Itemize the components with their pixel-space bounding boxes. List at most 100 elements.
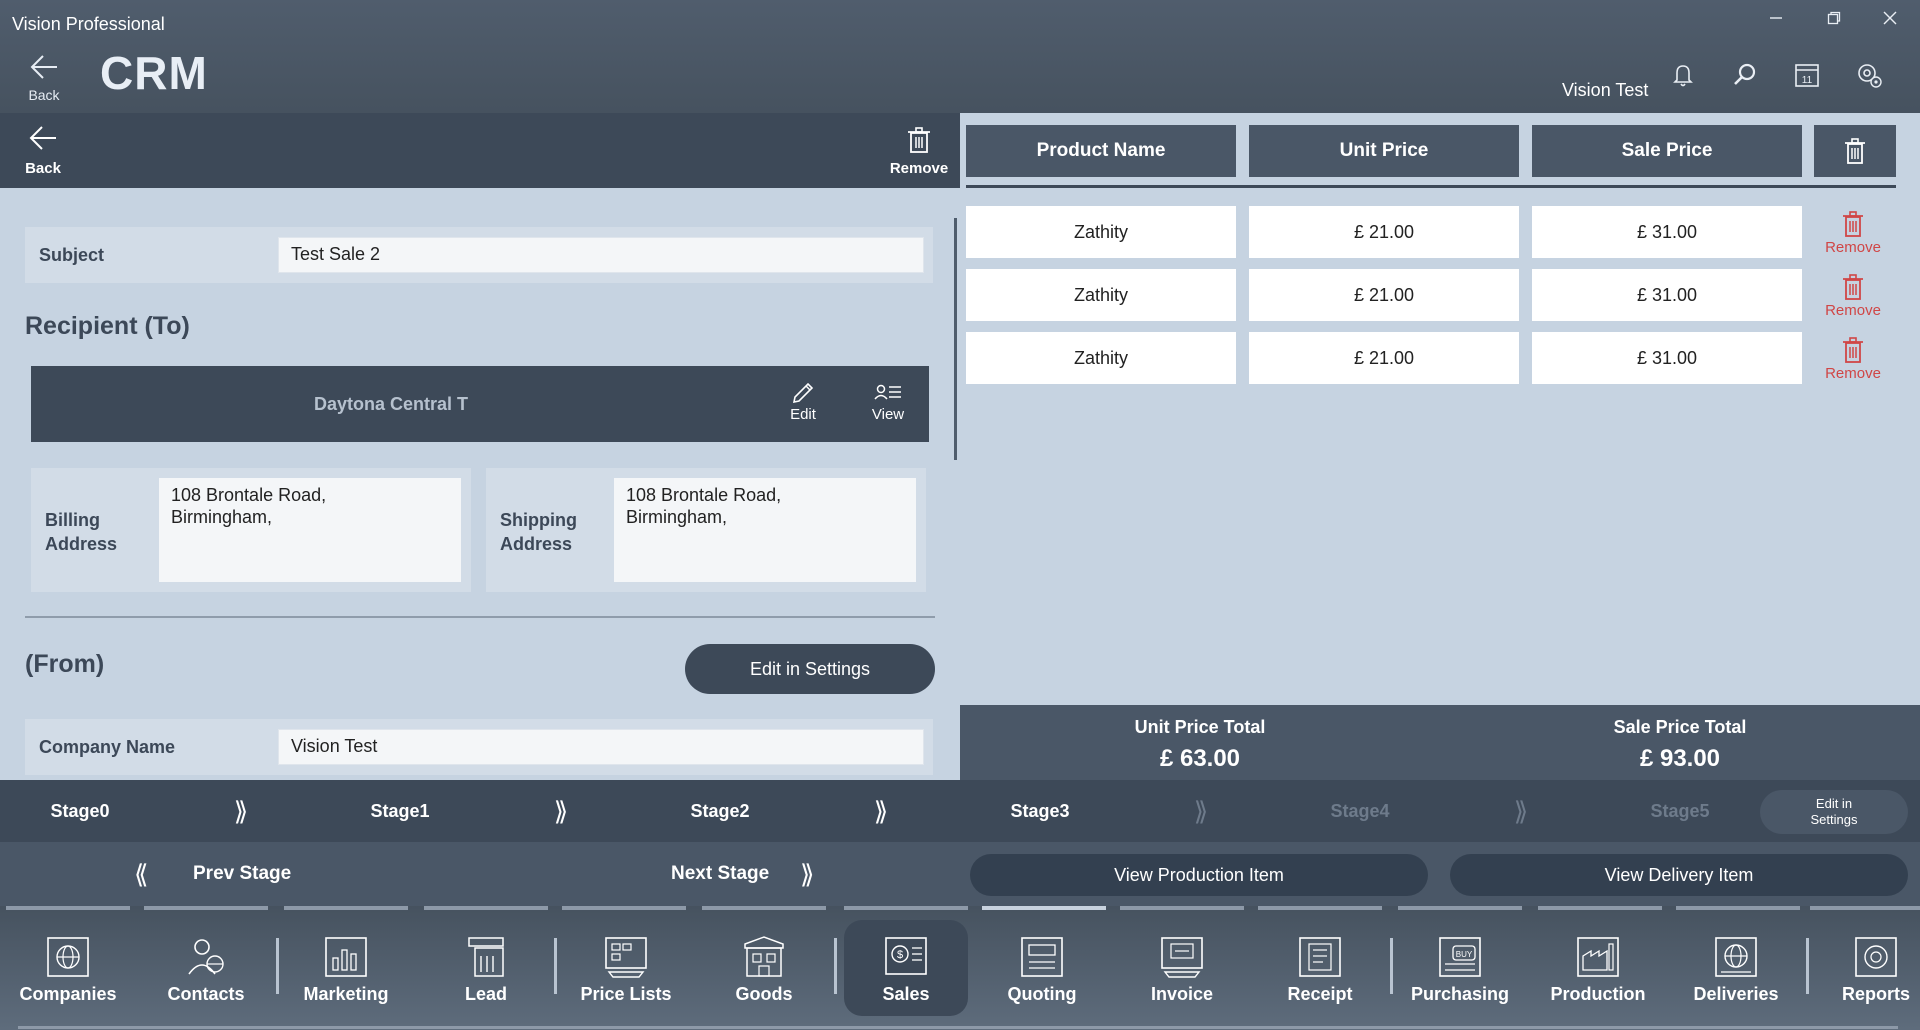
view-recipient-button[interactable]: View: [860, 380, 916, 423]
bell-icon: [1673, 65, 1693, 87]
contacts-icon: [188, 939, 224, 975]
stage-4[interactable]: Stage4: [1290, 780, 1430, 842]
products-table-header: Product Name Unit Price Sale Price: [960, 113, 1920, 188]
recipient-name: Daytona Central T: [313, 394, 469, 414]
header-back-button[interactable]: Back: [22, 54, 66, 103]
app-header: Vision Professional Back CRM Vision Test…: [0, 0, 1920, 113]
module-price-lists[interactable]: Price Lists: [564, 920, 688, 1016]
tab-indicator: [1810, 906, 1920, 910]
company-name-row: Company Name Vision Test: [25, 719, 933, 775]
shipping-address-field[interactable]: 108 Brontale Road, Birmingham,: [614, 478, 916, 582]
module-contacts[interactable]: Contacts: [144, 920, 268, 1016]
module-deliveries[interactable]: Deliveries: [1674, 920, 1798, 1016]
table-cell-product[interactable]: Zathity: [966, 269, 1236, 321]
form-scrollbar[interactable]: [954, 218, 957, 460]
shipping-address-label: Shipping Address: [500, 510, 577, 554]
module-purchasing[interactable]: BUY Purchasing: [1398, 920, 1522, 1016]
tab-indicator: [702, 906, 826, 910]
table-cell-unit-price[interactable]: £ 21.00: [1249, 206, 1519, 258]
module-label: Production: [1550, 984, 1646, 1004]
stage-5[interactable]: Stage5: [1610, 780, 1750, 842]
shipping-address-box: Shipping Address 108 Brontale Road, Birm…: [486, 468, 926, 592]
module-marketing[interactable]: Marketing: [284, 920, 408, 1016]
form-back-button[interactable]: Back: [20, 125, 66, 177]
module-companies[interactable]: Companies: [6, 920, 130, 1016]
view-delivery-item-button[interactable]: View Delivery Item: [1450, 854, 1908, 896]
module-label: Reports: [1841, 984, 1910, 1004]
receipt-icon: [1299, 937, 1341, 977]
edit-recipient-button[interactable]: Edit: [775, 380, 831, 423]
tab-indicator: [144, 906, 268, 910]
row-remove-button[interactable]: Remove: [1813, 211, 1893, 256]
billing-address-field[interactable]: 108 Brontale Road, Birmingham,: [159, 478, 461, 582]
module-label: Marketing: [303, 984, 389, 1004]
recipient-card: Daytona Central T Edit View: [31, 366, 929, 442]
tab-indicator: [284, 906, 408, 910]
stage-0[interactable]: Stage0: [10, 780, 150, 842]
trash-icon: [1843, 337, 1863, 363]
view-production-item-button[interactable]: View Production Item: [970, 854, 1428, 896]
remove-sale-button[interactable]: Remove: [886, 127, 952, 177]
user-name: Vision Test: [1562, 80, 1649, 100]
search-button[interactable]: [1728, 58, 1762, 92]
invoice-icon: [1161, 937, 1203, 978]
restore-button[interactable]: [1814, 8, 1854, 34]
table-cell-unit-price[interactable]: £ 21.00: [1249, 332, 1519, 384]
company-name-input[interactable]: Vision Test: [278, 729, 924, 765]
module-quoting[interactable]: Quoting: [980, 920, 1104, 1016]
lead-icon: [468, 937, 504, 977]
stage-edit-settings-button[interactable]: Edit in Settings: [1760, 790, 1908, 834]
module-lead[interactable]: Lead: [424, 920, 548, 1016]
edit-in-settings-button[interactable]: Edit in Settings: [685, 644, 935, 694]
notifications-button[interactable]: [1666, 58, 1700, 92]
table-cell-product[interactable]: Zathity: [966, 206, 1236, 258]
module-receipt[interactable]: Receipt: [1258, 920, 1382, 1016]
billing-address-box: Billing Address 108 Brontale Road, Birmi…: [31, 468, 471, 592]
module-label: Goods: [735, 984, 793, 1004]
app-title: Vision Professional: [12, 14, 165, 34]
stage-3[interactable]: Stage3: [970, 780, 1110, 842]
deliveries-icon: [1715, 937, 1757, 977]
table-cell-unit-price[interactable]: £ 21.00: [1249, 269, 1519, 321]
module-reports[interactable]: Reports: [1814, 920, 1920, 1016]
prev-stage-button[interactable]: Prev Stage: [193, 842, 291, 906]
edit-label: Edit: [790, 406, 816, 423]
table-cell-product[interactable]: Zathity: [966, 332, 1236, 384]
back-arrow-icon: [29, 126, 56, 150]
section-divider: [25, 616, 935, 618]
remove-sale-label: Remove: [889, 160, 949, 177]
remove-all-button[interactable]: [1814, 125, 1896, 177]
table-cell-sale-price[interactable]: £ 31.00: [1532, 206, 1802, 258]
settings-icon: [1858, 64, 1882, 88]
header-unit-price[interactable]: Unit Price: [1249, 125, 1519, 177]
row-remove-button[interactable]: Remove: [1813, 337, 1893, 382]
table-cell-sale-price[interactable]: £ 31.00: [1532, 269, 1802, 321]
svg-text:11: 11: [1802, 75, 1813, 86]
close-button[interactable]: [1870, 8, 1910, 34]
header-underline: [966, 185, 1896, 188]
pencil-icon: [792, 382, 814, 404]
tab-indicator: [1258, 906, 1382, 910]
header-sale-price[interactable]: Sale Price: [1532, 125, 1802, 177]
subject-input[interactable]: Test Sale 2: [278, 237, 924, 273]
module-label: Sales: [882, 984, 930, 1004]
stage-settings-label-1: Edit in: [1815, 796, 1853, 811]
tab-indicator: [6, 906, 130, 910]
minimize-button[interactable]: [1756, 8, 1796, 34]
unit-price-total-value: £ 63.00: [1159, 745, 1241, 772]
table-cell-sale-price[interactable]: £ 31.00: [1532, 332, 1802, 384]
row-remove-button[interactable]: Remove: [1813, 274, 1893, 319]
module-sales[interactable]: $ Sales: [844, 920, 968, 1016]
stage-1[interactable]: Stage1: [330, 780, 470, 842]
header-product-name[interactable]: Product Name: [966, 125, 1236, 177]
billing-address-label: Billing Address: [45, 510, 118, 554]
stage-2[interactable]: Stage2: [650, 780, 790, 842]
module-scrollbar[interactable]: [18, 1026, 1898, 1029]
module-production[interactable]: Production: [1536, 920, 1660, 1016]
next-stage-button[interactable]: Next Stage: [671, 842, 769, 906]
calendar-button[interactable]: 11: [1790, 58, 1824, 92]
module-label: Purchasing: [1410, 984, 1510, 1004]
module-goods[interactable]: Goods: [702, 920, 826, 1016]
module-invoice[interactable]: Invoice: [1120, 920, 1244, 1016]
settings-button[interactable]: [1852, 58, 1886, 92]
